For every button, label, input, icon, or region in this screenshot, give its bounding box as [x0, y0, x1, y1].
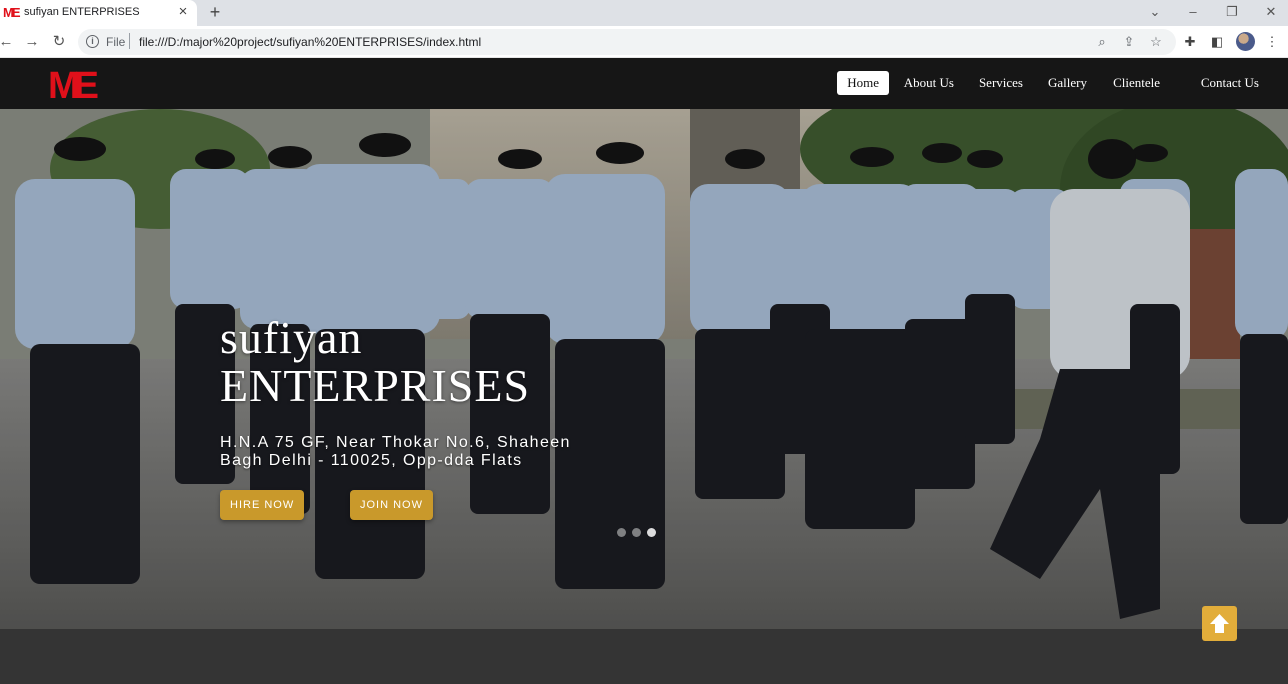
browser-toolbar: ← → ↻ i File file:///D:/major%20project/… — [0, 26, 1288, 58]
logo-text: ME — [48, 67, 98, 101]
side-panel-icon[interactable]: ◧ — [1209, 34, 1225, 50]
zoom-icon[interactable]: ⌕ — [1094, 34, 1110, 50]
hero-address: H.N.A 75 GF, Near Thokar No.6, Shaheen B… — [220, 434, 571, 469]
back-to-top-button[interactable] — [1202, 606, 1237, 641]
restore-icon[interactable]: ❐ — [1223, 3, 1241, 21]
profile-avatar[interactable] — [1236, 32, 1255, 51]
nav-about-us[interactable]: About Us — [894, 71, 964, 95]
tab-title: sufiyan ENTERPRISES — [24, 6, 140, 18]
tab-close-icon[interactable]: × — [176, 4, 190, 20]
nav-clientele[interactable]: Clientele — [1103, 71, 1170, 95]
nav-gallery[interactable]: Gallery — [1038, 71, 1097, 95]
carousel-dot[interactable] — [632, 528, 641, 537]
url-text[interactable]: file:///D:/major%20project/sufiyan%20ENT… — [139, 35, 481, 49]
reload-icon[interactable]: ↻ — [50, 33, 68, 51]
hero-title: sufiyan ENTERPRISES — [220, 314, 530, 410]
join-now-button[interactable]: JOIN NOW — [350, 490, 433, 520]
nav-home[interactable]: Home — [837, 71, 889, 95]
back-icon[interactable]: ← — [0, 33, 15, 51]
carousel-dot[interactable] — [617, 528, 626, 537]
arrow-up-icon — [1210, 614, 1229, 633]
new-tab-button[interactable]: + — [206, 2, 224, 22]
hero-title-line2: ENTERPRISES — [220, 360, 531, 411]
tab-search-icon[interactable]: ⌄ — [1146, 3, 1164, 21]
extensions-icon[interactable]: ✚ — [1182, 34, 1198, 50]
menu-icon[interactable]: ⋮ — [1264, 34, 1280, 50]
url-separator — [129, 33, 130, 49]
hero-carousel: sufiyan ENTERPRISES H.N.A 75 GF, Near Th… — [0, 109, 1288, 629]
url-scheme: File — [106, 35, 126, 49]
hero-title-line1: sufiyan — [220, 312, 363, 363]
hire-now-button[interactable]: HIRE NOW — [220, 490, 305, 520]
nav-services[interactable]: Services — [969, 71, 1033, 95]
share-icon[interactable]: ⇪ — [1121, 34, 1137, 50]
address-bar[interactable]: i File file:///D:/major%20project/sufiya… — [78, 29, 1176, 55]
browser-tab-strip: ME sufiyan ENTERPRISES × + ⌄ – ❐ ✕ — [0, 0, 1288, 26]
minimize-icon[interactable]: – — [1184, 3, 1202, 21]
nav-contact-us[interactable]: Contact Us — [1191, 71, 1269, 95]
carousel-dot[interactable] — [647, 528, 656, 537]
next-section-band — [0, 629, 1288, 684]
close-window-icon[interactable]: ✕ — [1262, 3, 1280, 21]
info-icon[interactable]: i — [86, 35, 99, 48]
favicon-icon: ME — [3, 5, 21, 20]
hero-overlay — [0, 109, 1288, 629]
site-logo[interactable]: ME — [48, 67, 98, 101]
site-navbar: ME Home About Us Services Gallery Client… — [0, 58, 1288, 109]
forward-icon[interactable]: → — [23, 33, 41, 51]
star-icon[interactable]: ☆ — [1148, 34, 1164, 50]
browser-tab[interactable]: ME sufiyan ENTERPRISES × — [0, 0, 197, 26]
